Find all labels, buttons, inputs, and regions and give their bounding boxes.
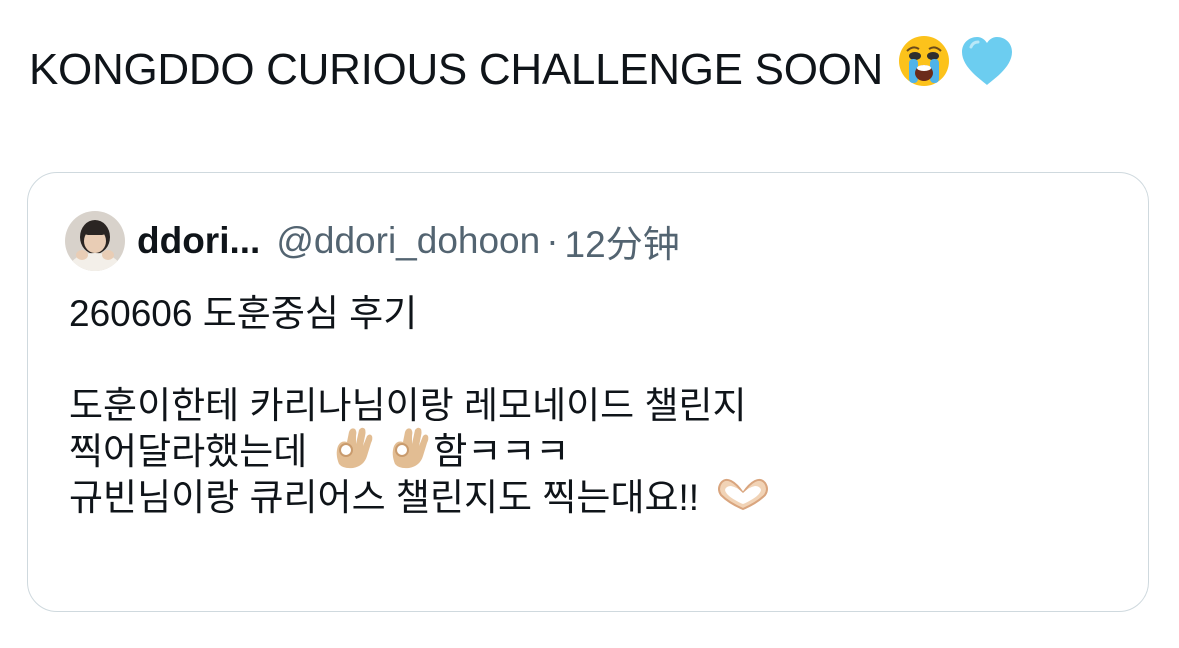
tweet-line: 찍어달라했는데 함ㅋㅋㅋ	[69, 427, 1109, 475]
tweet-text: KONGDDO CURIOUS CHALLENGE SOON	[29, 35, 1015, 105]
tweet-line: 도훈이한테 카리나님이랑 레모네이드 챌린지	[69, 385, 747, 426]
tweet-line-text: 찍어달라했는데	[69, 431, 308, 472]
avatar[interactable]	[65, 211, 125, 271]
ok-hand-icon	[329, 424, 377, 481]
tweet-line: 규빈님이랑 큐리어스 챌린지도 찍는대요!!	[69, 475, 1109, 521]
tweet-text-content: KONGDDO CURIOUS CHALLENGE SOON	[29, 45, 884, 94]
quoted-tweet-body: 260606 도훈중심 후기 도훈이한테 카리나님이랑 레모네이드 챌린지 찍어…	[69, 291, 1109, 521]
ok-hand-icon	[385, 424, 433, 481]
user-handle[interactable]: @ddori_dohoon	[276, 220, 540, 262]
light-blue-heart-icon	[959, 35, 1015, 105]
quoted-tweet-card[interactable]: ddori... @ddori_dohoon · 12分钟 260606 도훈중…	[27, 172, 1149, 612]
quoted-tweet-header: ddori... @ddori_dohoon · 12分钟	[65, 209, 680, 273]
display-name[interactable]: ddori...	[137, 220, 260, 262]
tweet-line-text: 규빈님이랑 큐리어스 챌린지도 찍는대요!!	[69, 477, 700, 518]
heart-hands-icon	[715, 473, 771, 524]
timestamp[interactable]: 12分钟	[565, 214, 680, 268]
separator-dot: ·	[546, 220, 559, 261]
tweet-line-text: 함ㅋㅋㅋ	[433, 431, 570, 472]
tweet-line: 260606 도훈중심 후기	[69, 293, 418, 334]
crying-face-icon	[897, 34, 951, 106]
